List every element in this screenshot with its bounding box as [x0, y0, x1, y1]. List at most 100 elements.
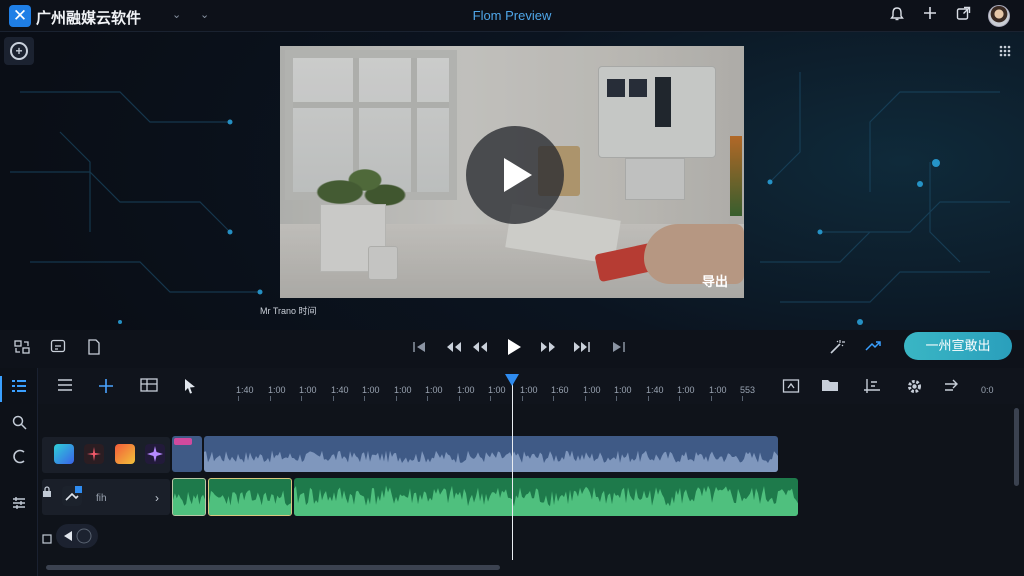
- ruler-time-label: 1:00: [299, 385, 317, 395]
- filter-thumb-icon[interactable]: [115, 444, 135, 464]
- audio-clip[interactable]: [172, 478, 206, 516]
- waveform: [209, 490, 291, 515]
- ruler-time-label: 1:00: [457, 385, 475, 395]
- ruler-tick: [648, 396, 649, 401]
- export-overlay-label[interactable]: 导出: [702, 271, 728, 290]
- redo-arrow-icon[interactable]: [942, 378, 962, 398]
- window-title: Flom Preview: [472, 8, 552, 23]
- ruler-time-label: 1:40: [646, 385, 664, 395]
- step-forward-icon[interactable]: [538, 338, 558, 358]
- ruler-time-label: 1:00: [268, 385, 286, 395]
- chevron-down-icon[interactable]: ⌄: [172, 8, 181, 21]
- active-indicator: [0, 376, 2, 402]
- waveform: [294, 485, 798, 516]
- caption-icon[interactable]: [48, 338, 68, 358]
- ruler-tick: [270, 396, 271, 401]
- chevron-right-icon[interactable]: ›: [150, 487, 164, 505]
- folder-icon[interactable]: [820, 378, 840, 398]
- ruler-tick: [459, 396, 460, 401]
- ruler-time-label: 1:60: [551, 385, 569, 395]
- editor-window: ✕ 广州融媒云软件 ⌄ ⌄ Flom Preview + 导出 Mr Trano…: [0, 0, 1024, 576]
- menu-icon[interactable]: [55, 378, 75, 398]
- step-back-icon[interactable]: [470, 338, 490, 358]
- playhead[interactable]: [512, 376, 513, 560]
- snapshot-icon[interactable]: [781, 378, 801, 398]
- ruler-time-label: 1:00: [425, 385, 443, 395]
- grid-icon[interactable]: [996, 44, 1014, 60]
- play-icon[interactable]: [504, 338, 524, 358]
- ruler-time-label: 1:00: [709, 385, 727, 395]
- ruler-time-label: 1:00: [583, 385, 601, 395]
- audio-clip-selected[interactable]: [208, 478, 292, 516]
- voiceover-button[interactable]: [56, 524, 98, 548]
- ruler-tick: [522, 396, 523, 401]
- horizontal-scrollbar[interactable]: [46, 565, 500, 570]
- ruler-tick: [396, 396, 397, 401]
- ruler-tick: [490, 396, 491, 401]
- vertical-scrollbar[interactable]: [1014, 408, 1019, 486]
- play-overlay-button[interactable]: [466, 126, 564, 224]
- ruler-tick: [711, 396, 712, 401]
- ruler-time-label: 1:00: [488, 385, 506, 395]
- ruler-tick: [585, 396, 586, 401]
- effect-thumb-icon[interactable]: [54, 444, 74, 464]
- waveform: [204, 450, 778, 472]
- swap-icon[interactable]: [12, 338, 32, 358]
- ruler-time-label: 553: [740, 385, 756, 395]
- transition-icon[interactable]: [863, 338, 883, 358]
- undo-icon[interactable]: [8, 448, 30, 470]
- plus-icon[interactable]: [920, 6, 940, 26]
- audio-clip[interactable]: [294, 478, 798, 516]
- bell-icon[interactable]: [887, 6, 907, 26]
- ruler-time-label: 1:40: [236, 385, 254, 395]
- ruler-time-label: 1:00: [362, 385, 380, 395]
- ruler-tick: [333, 396, 334, 401]
- zoom-readout: 0:0: [981, 385, 994, 395]
- ruler-tick: [679, 396, 680, 401]
- user-avatar[interactable]: [988, 5, 1010, 27]
- app-logo-icon: ✕: [9, 5, 31, 27]
- waveform: [173, 491, 205, 515]
- sparkle-thumb-icon[interactable]: [84, 444, 104, 464]
- clip-tag: [174, 438, 192, 445]
- ruler-tick: [742, 396, 743, 401]
- ruler-time-label: 1:40: [331, 385, 349, 395]
- plus-circle-icon: +: [10, 42, 28, 60]
- ruler-tick: [427, 396, 428, 401]
- ruler-tick: [553, 396, 554, 401]
- rewind-icon[interactable]: [444, 338, 464, 358]
- ruler-tick: [616, 396, 617, 401]
- ruler-time-label: 1:00: [394, 385, 412, 395]
- skip-start-icon[interactable]: [410, 338, 430, 358]
- magic-tool-icon[interactable]: [827, 338, 847, 358]
- playhead-handle[interactable]: [505, 374, 519, 386]
- app-title: 广州融媒云软件: [36, 10, 142, 27]
- layers-icon[interactable]: [8, 495, 30, 517]
- document-icon[interactable]: [84, 338, 104, 358]
- skip-end-icon[interactable]: [608, 338, 628, 358]
- ruler-tick: [238, 396, 239, 401]
- video-clip[interactable]: [204, 436, 778, 472]
- share-icon[interactable]: [953, 6, 973, 26]
- video-clip[interactable]: [172, 436, 202, 472]
- export-button[interactable]: 一州宣敢出: [904, 332, 1012, 360]
- play-icon: [504, 158, 532, 192]
- search-icon[interactable]: [8, 414, 30, 436]
- add-track-icon[interactable]: [96, 378, 116, 398]
- track-lock-icon[interactable]: [40, 485, 54, 505]
- storyboard-icon[interactable]: [139, 378, 159, 398]
- preview-caption: Mr Trano 时间: [260, 306, 317, 316]
- timeline-list-icon[interactable]: [8, 378, 30, 400]
- track-add-icon[interactable]: [40, 528, 54, 544]
- cursor-icon[interactable]: [180, 378, 200, 398]
- burst-thumb-icon[interactable]: [145, 444, 165, 464]
- add-media-button[interactable]: +: [4, 37, 34, 65]
- ruler-time-label: 1:00: [614, 385, 632, 395]
- fast-forward-icon[interactable]: [572, 338, 592, 358]
- audio-thumb-icon[interactable]: [62, 486, 82, 506]
- gear-icon[interactable]: [904, 378, 924, 398]
- ruler-time-label: 1:00: [677, 385, 695, 395]
- trim-icon[interactable]: [862, 378, 882, 398]
- track-name: fih: [96, 493, 107, 504]
- chevron-down-icon[interactable]: ⌄: [200, 8, 209, 21]
